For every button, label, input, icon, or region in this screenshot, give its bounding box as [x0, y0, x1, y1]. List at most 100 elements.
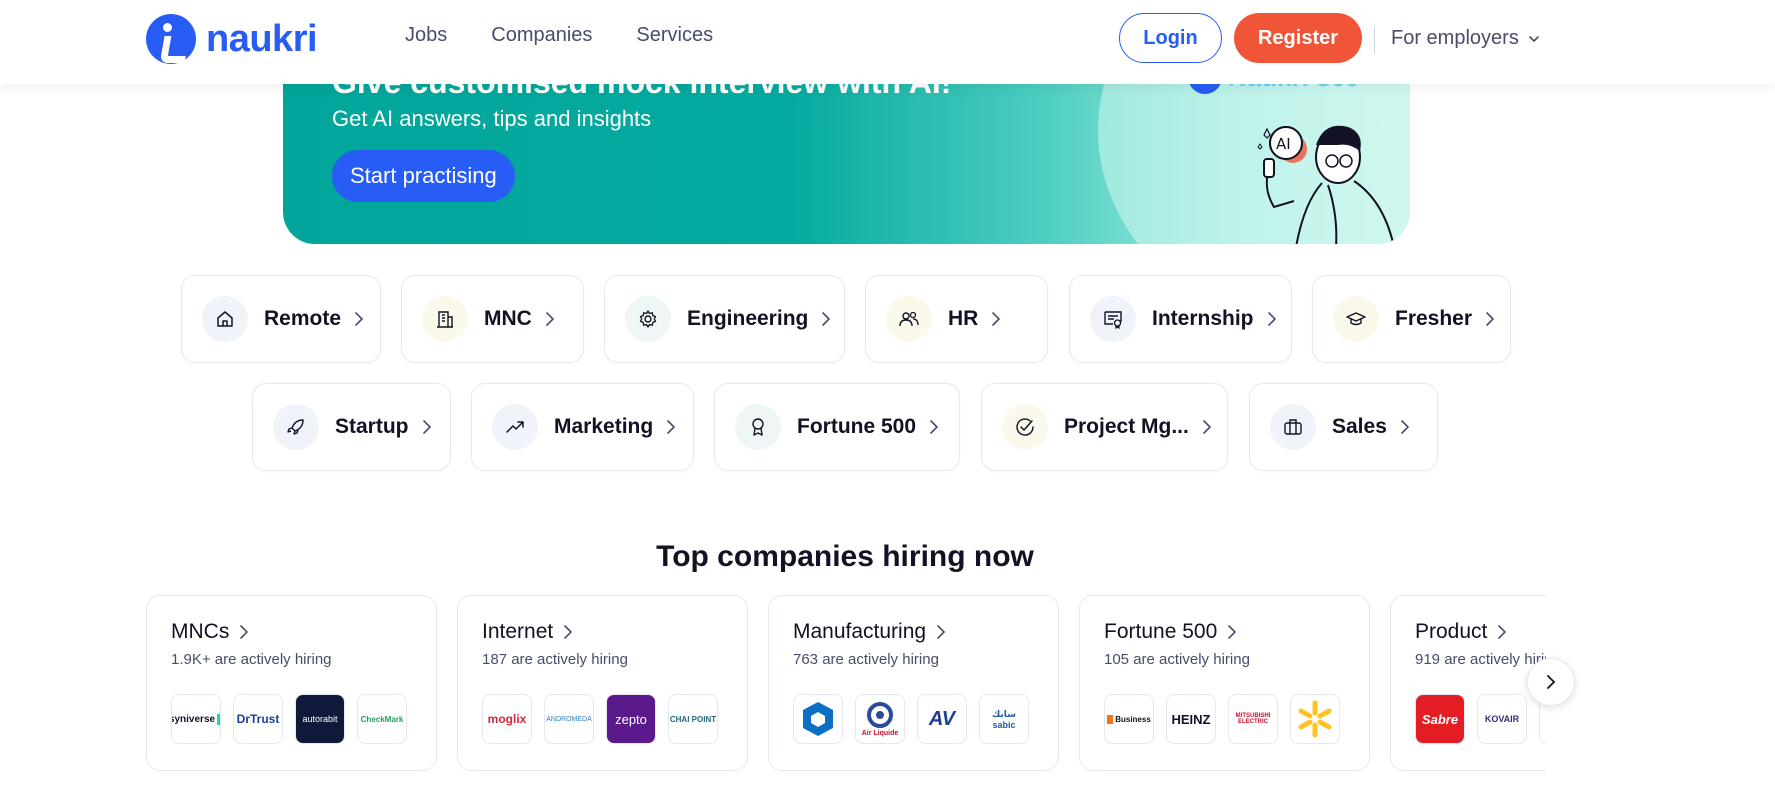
main-nav: Jobs Companies Services	[405, 24, 713, 47]
chip-project-management[interactable]: Project Mg...	[981, 383, 1228, 471]
chip-label: Remote	[264, 307, 342, 330]
chip-label: Engineering	[687, 307, 809, 330]
chip-startup[interactable]: Startup	[252, 383, 451, 471]
company-card-internet[interactable]: Internet 187 are actively hiring moglix …	[457, 595, 748, 771]
for-employers-label: For employers	[1391, 27, 1519, 49]
page: Give customised mock interview with AI! …	[0, 0, 1775, 791]
card-title: Product	[1415, 620, 1507, 644]
chip-label: HR	[948, 307, 979, 330]
company-logo-chai-point[interactable]: CHAI POINT	[668, 694, 718, 744]
card-title: Internet	[482, 620, 573, 644]
card-title-text: Manufacturing	[793, 620, 927, 643]
chevron-right-icon	[564, 625, 573, 639]
chip-label: Internship	[1152, 307, 1254, 330]
chevron-right-icon	[1228, 625, 1237, 639]
chip-internship[interactable]: Internship	[1069, 275, 1292, 363]
company-logo-business[interactable]: Business	[1104, 694, 1154, 744]
card-title-text: MNCs	[171, 620, 230, 643]
company-logo-heinz[interactable]: HEINZ	[1166, 694, 1216, 744]
chevron-right-icon	[1498, 625, 1507, 639]
naukri-logo-icon	[146, 14, 196, 64]
top-companies-title: Top companies hiring now	[656, 540, 1034, 573]
naukri-logo[interactable]: naukri	[146, 14, 318, 64]
card-title: Fortune 500	[1104, 620, 1237, 644]
card-title-text: Internet	[482, 620, 554, 643]
chevron-right-icon	[1201, 419, 1213, 435]
chevron-right-icon	[928, 419, 940, 435]
for-employers-dropdown[interactable]: For employers	[1391, 27, 1541, 50]
company-logo-walmart[interactable]	[1290, 694, 1340, 744]
ai-character-illustration: AI	[1257, 125, 1395, 244]
check-circle-icon	[1002, 404, 1048, 450]
chevron-right-icon	[820, 311, 832, 327]
company-logo-sabre[interactable]: Sabre	[1415, 694, 1465, 744]
chip-sales[interactable]: Sales	[1249, 383, 1438, 471]
hexagon-logo-icon	[803, 702, 833, 736]
company-logo-hexagon[interactable]	[793, 694, 843, 744]
card-subtitle: 105 are actively hiring	[1104, 651, 1250, 668]
company-logos: Business HEINZ MITSUBISHI ELECTRIC	[1104, 694, 1340, 744]
company-card-mncs[interactable]: MNCs 1.9K+ are actively hiring syniverse…	[146, 595, 437, 771]
card-title-text: Fortune 500	[1104, 620, 1218, 643]
chip-engineering[interactable]: Engineering	[604, 275, 845, 363]
register-button[interactable]: Register	[1234, 13, 1362, 63]
company-logo-moglix[interactable]: moglix	[482, 694, 532, 744]
company-logo-zepto[interactable]: zepto	[606, 694, 656, 744]
chip-label: Project Mg...	[1064, 415, 1189, 438]
company-logos: Sabre KOVAIR	[1415, 694, 1546, 744]
chip-label: Fortune 500	[797, 415, 917, 438]
chevron-right-icon	[990, 311, 1002, 327]
chip-remote[interactable]: Remote	[181, 275, 381, 363]
company-logo-mitsubishi[interactable]: MITSUBISHI ELECTRIC	[1228, 694, 1278, 744]
chip-mnc[interactable]: MNC	[401, 275, 584, 363]
start-practising-button[interactable]: Start practising	[332, 150, 515, 202]
building-icon	[422, 296, 468, 342]
company-logo-checkmark[interactable]: CheckMark	[357, 694, 407, 744]
company-logo-kovair[interactable]: KOVAIR	[1477, 694, 1527, 744]
company-logos: syniverse DrTrust autorabit CheckMark	[171, 694, 407, 744]
ai-bubble-text: AI	[1276, 135, 1291, 153]
nav-jobs[interactable]: Jobs	[405, 24, 447, 47]
briefcase-icon	[1270, 404, 1316, 450]
nav-companies[interactable]: Companies	[491, 24, 592, 47]
card-subtitle: 919 are actively hiring	[1415, 651, 1546, 668]
login-button[interactable]: Login	[1119, 13, 1222, 63]
nav-services[interactable]: Services	[636, 24, 713, 47]
card-subtitle: 1.9K+ are actively hiring	[171, 651, 332, 668]
walmart-spark-icon	[1298, 700, 1332, 738]
chip-fresher[interactable]: Fresher	[1312, 275, 1511, 363]
banner-subtitle: Get AI answers, tips and insights	[332, 106, 652, 131]
company-card-fortune-500[interactable]: Fortune 500 105 are actively hiring Busi…	[1079, 595, 1370, 771]
chevron-right-icon	[353, 311, 365, 327]
chip-marketing[interactable]: Marketing	[471, 383, 694, 471]
company-card-product[interactable]: Product 919 are actively hiring Sabre KO…	[1390, 595, 1546, 771]
card-subtitle: 187 are actively hiring	[482, 651, 628, 668]
top-header: naukri Jobs Companies Services Login Reg…	[0, 0, 1775, 84]
company-logos: Air Liquide AV سابك sabic	[793, 694, 1029, 744]
company-logo-syniverse[interactable]: syniverse	[171, 694, 221, 744]
logo-text: naukri	[206, 17, 318, 60]
chevron-right-icon	[1484, 311, 1496, 327]
company-logo-av[interactable]: AV	[917, 694, 967, 744]
company-logo-autorabit[interactable]: autorabit	[295, 694, 345, 744]
company-logo-air-liquide[interactable]: Air Liquide	[855, 694, 905, 744]
header-divider	[1374, 26, 1375, 54]
carousel-next-button[interactable]	[1527, 658, 1575, 706]
company-logo-sabic[interactable]: سابك sabic	[979, 694, 1029, 744]
chevron-right-icon	[1266, 311, 1278, 327]
company-logo-andromeda[interactable]: ANDROMEDA	[544, 694, 594, 744]
gear-icon	[625, 296, 671, 342]
company-logo-drtrust[interactable]: DrTrust	[233, 694, 283, 744]
certificate-icon	[1090, 296, 1136, 342]
chip-hr[interactable]: HR	[865, 275, 1048, 363]
card-title: Manufacturing	[793, 620, 946, 644]
chip-fortune-500[interactable]: Fortune 500	[714, 383, 960, 471]
company-logos: moglix ANDROMEDA zepto CHAI POINT	[482, 694, 718, 744]
home-icon	[202, 296, 248, 342]
card-title: MNCs	[171, 620, 249, 644]
chevron-right-icon	[665, 419, 677, 435]
chevron-right-icon	[240, 625, 249, 639]
company-card-manufacturing[interactable]: Manufacturing 763 are actively hiring Ai…	[768, 595, 1059, 771]
air-liquide-logo-icon	[867, 701, 893, 728]
graduation-cap-icon	[1333, 296, 1379, 342]
